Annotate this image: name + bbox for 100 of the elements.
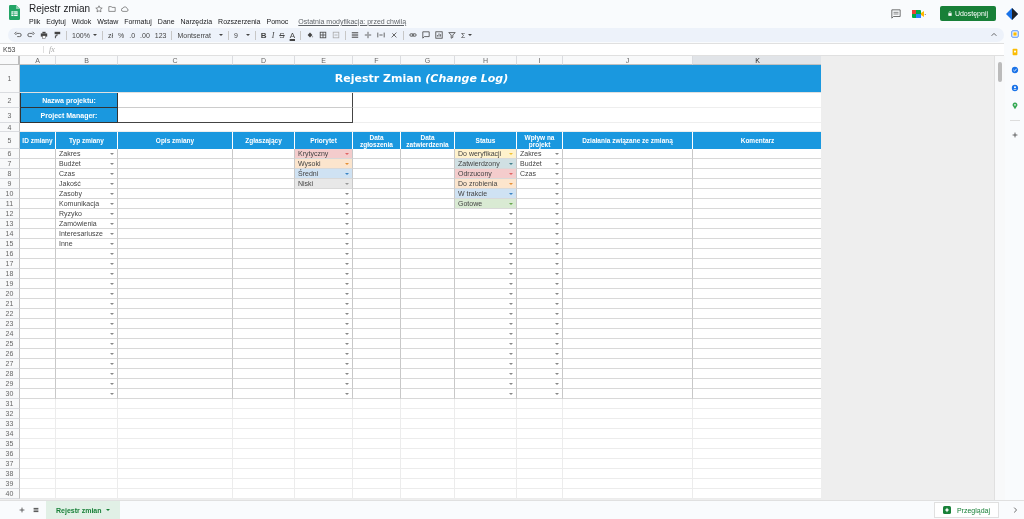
cloud-icon[interactable] — [121, 4, 130, 13]
dropdown-arrow-icon[interactable] — [345, 292, 349, 295]
dropdown-arrow-icon[interactable] — [555, 272, 559, 275]
chart-icon[interactable] — [435, 31, 443, 39]
text-style-button[interactable]: B — [260, 30, 267, 40]
dropdown-arrow-icon[interactable] — [345, 272, 349, 275]
dropdown-arrow-icon[interactable] — [509, 232, 513, 235]
dropdown-cell[interactable] — [517, 329, 563, 339]
dropdown-arrow-icon[interactable] — [345, 252, 349, 255]
dropdown-cell[interactable] — [517, 369, 563, 379]
dropdown-arrow-icon[interactable] — [509, 212, 513, 215]
dropdown-cell[interactable] — [517, 189, 563, 199]
dropdown-arrow-icon[interactable] — [509, 342, 513, 345]
star-icon[interactable] — [95, 4, 104, 13]
dropdown-cell[interactable] — [56, 359, 118, 369]
dropdown-cell[interactable] — [455, 339, 517, 349]
dropdown-cell[interactable] — [295, 369, 353, 379]
dropdown-arrow-icon[interactable] — [555, 192, 559, 195]
dropdown-arrow-icon[interactable] — [345, 382, 349, 385]
dropdown-arrow-icon[interactable] — [345, 192, 349, 195]
dropdown-arrow-icon[interactable] — [509, 392, 513, 395]
keep-icon[interactable] — [1010, 48, 1019, 56]
dropdown-arrow-icon[interactable] — [110, 302, 114, 305]
dropdown-cell[interactable] — [517, 279, 563, 289]
dropdown-cell[interactable] — [295, 189, 353, 199]
dropdown-arrow-icon[interactable] — [345, 172, 349, 175]
dropdown-cell[interactable] — [56, 289, 118, 299]
dropdown-arrow-icon[interactable] — [345, 182, 349, 185]
fill-color-icon[interactable] — [306, 31, 314, 39]
dropdown-arrow-icon[interactable] — [555, 202, 559, 205]
dropdown-arrow-icon[interactable] — [110, 222, 114, 225]
dropdown-cell[interactable] — [56, 369, 118, 379]
video-call-icon[interactable] — [910, 8, 927, 19]
dropdown-arrow-icon[interactable] — [345, 322, 349, 325]
dropdown-arrow-icon[interactable] — [555, 362, 559, 365]
dropdown-arrow-icon[interactable] — [509, 192, 513, 195]
dropdown-cell[interactable] — [295, 269, 353, 279]
dropdown-arrow-icon[interactable] — [509, 222, 513, 225]
dropdown-arrow-icon[interactable] — [555, 292, 559, 295]
dropdown-arrow-icon[interactable] — [509, 302, 513, 305]
dropdown-arrow-icon[interactable] — [345, 392, 349, 395]
dropdown-cell[interactable] — [517, 199, 563, 209]
dropdown-cell[interactable] — [517, 319, 563, 329]
dropdown-arrow-icon[interactable] — [345, 162, 349, 165]
tasks-icon[interactable] — [1010, 66, 1019, 74]
dropdown-arrow-icon[interactable] — [509, 252, 513, 255]
dropdown-cell[interactable] — [295, 349, 353, 359]
dropdown-cell[interactable] — [56, 299, 118, 309]
dropdown-cell[interactable] — [455, 299, 517, 309]
dropdown-arrow-icon[interactable] — [110, 242, 114, 245]
dropdown-cell[interactable] — [517, 339, 563, 349]
dropdown-arrow-icon[interactable] — [110, 202, 114, 205]
dropdown-cell[interactable] — [56, 389, 118, 399]
dropdown-cell[interactable] — [56, 279, 118, 289]
dropdown-cell[interactable] — [517, 209, 563, 219]
dropdown-arrow-icon[interactable] — [509, 162, 513, 165]
dropdown-arrow-icon[interactable] — [345, 212, 349, 215]
vertical-align-icon[interactable] — [364, 31, 372, 39]
dropdown-arrow-icon[interactable] — [110, 322, 114, 325]
dropdown-arrow-icon[interactable] — [345, 332, 349, 335]
dropdown-arrow-icon[interactable] — [509, 322, 513, 325]
all-sheets-icon[interactable] — [32, 506, 40, 514]
dropdown-cell[interactable] — [295, 209, 353, 219]
dropdown-cell[interactable] — [455, 309, 517, 319]
dropdown-cell[interactable] — [517, 349, 563, 359]
select-all-corner[interactable] — [0, 56, 20, 65]
dropdown-arrow-icon[interactable] — [509, 312, 513, 315]
dropdown-cell[interactable] — [517, 299, 563, 309]
dropdown-cell[interactable] — [295, 299, 353, 309]
dropdown-cell[interactable] — [455, 359, 517, 369]
dropdown-cell[interactable] — [455, 239, 517, 249]
dropdown-cell[interactable] — [295, 379, 353, 389]
dropdown-arrow-icon[interactable] — [110, 182, 114, 185]
add-sheet-icon[interactable] — [18, 506, 26, 514]
dropdown-cell[interactable] — [517, 379, 563, 389]
print-icon[interactable] — [40, 31, 48, 39]
dropdown-arrow-icon[interactable] — [555, 332, 559, 335]
field-value-cell[interactable] — [118, 93, 353, 108]
dropdown-arrow-icon[interactable] — [509, 152, 513, 155]
dropdown-arrow-icon[interactable] — [555, 162, 559, 165]
dropdown-cell[interactable] — [295, 329, 353, 339]
dropdown-cell[interactable] — [56, 309, 118, 319]
dropdown-cell[interactable] — [517, 269, 563, 279]
dropdown-cell[interactable] — [455, 229, 517, 239]
dropdown-arrow-icon[interactable] — [555, 172, 559, 175]
map-pin-icon[interactable] — [1010, 102, 1019, 110]
dropdown-arrow-icon[interactable] — [555, 382, 559, 385]
dropdown-arrow-icon[interactable] — [110, 162, 114, 165]
dropdown-cell[interactable] — [56, 349, 118, 359]
dropdown-cell[interactable] — [295, 309, 353, 319]
dropdown-arrow-icon[interactable] — [509, 292, 513, 295]
dropdown-cell[interactable] — [56, 339, 118, 349]
dropdown-cell[interactable] — [455, 219, 517, 229]
dropdown-arrow-icon[interactable] — [509, 362, 513, 365]
link-icon[interactable] — [409, 31, 417, 39]
dropdown-arrow-icon[interactable] — [555, 342, 559, 345]
dropdown-arrow-icon[interactable] — [110, 252, 114, 255]
dropdown-cell[interactable] — [56, 269, 118, 279]
dropdown-cell[interactable] — [295, 219, 353, 229]
dropdown-cell[interactable] — [56, 249, 118, 259]
